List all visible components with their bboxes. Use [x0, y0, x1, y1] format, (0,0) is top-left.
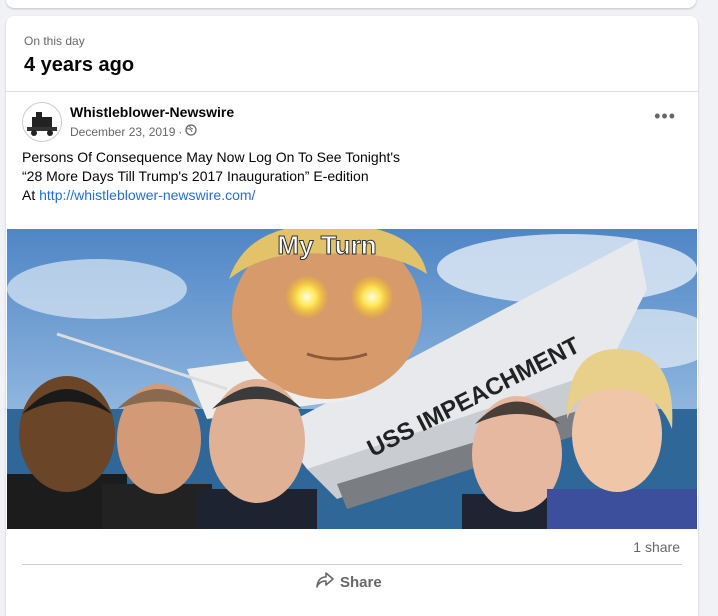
avatar[interactable] [22, 102, 62, 142]
share-icon [316, 572, 334, 592]
memory-header: On this day 4 years ago [6, 16, 698, 92]
more-icon[interactable]: ••• [654, 106, 676, 127]
post-text: Persons Of Consequence May Now Log On To… [6, 148, 698, 205]
post-text-line1: Persons Of Consequence May Now Log On To… [22, 149, 401, 165]
image-caption: My Turn [277, 230, 376, 260]
divider [22, 564, 682, 565]
post-meta: December 23, 2019 · [70, 124, 198, 139]
post-image[interactable]: USS IMPEACHMENT My Turn [7, 229, 697, 529]
memory-card: On this day 4 years ago Whistleblower-Ne… [6, 16, 698, 616]
share-count[interactable]: 1 share [633, 539, 680, 555]
years-ago-title: 4 years ago [24, 54, 135, 76]
globe-icon [185, 124, 198, 139]
post-text-prefix: At [22, 187, 40, 203]
post-date[interactable]: December 23, 2019 [70, 125, 175, 139]
share-button[interactable]: Share [316, 572, 382, 592]
share-label: Share [340, 573, 382, 591]
on-this-day-label: On this day [24, 34, 85, 48]
post-link[interactable]: http://whistleblower-newswire.com/ [39, 187, 255, 203]
post-header: Whistleblower-Newswire December 23, 2019… [6, 92, 698, 148]
post-text-line2: “28 More Days Till Trump's 2017 Inaugura… [22, 168, 369, 184]
post-text-line3: At http://whistleblower-newswire.com/ [22, 186, 682, 205]
meta-separator: · [178, 124, 183, 139]
page-name-link[interactable]: Whistleblower-Newswire [70, 104, 234, 120]
previous-card [6, 0, 696, 8]
